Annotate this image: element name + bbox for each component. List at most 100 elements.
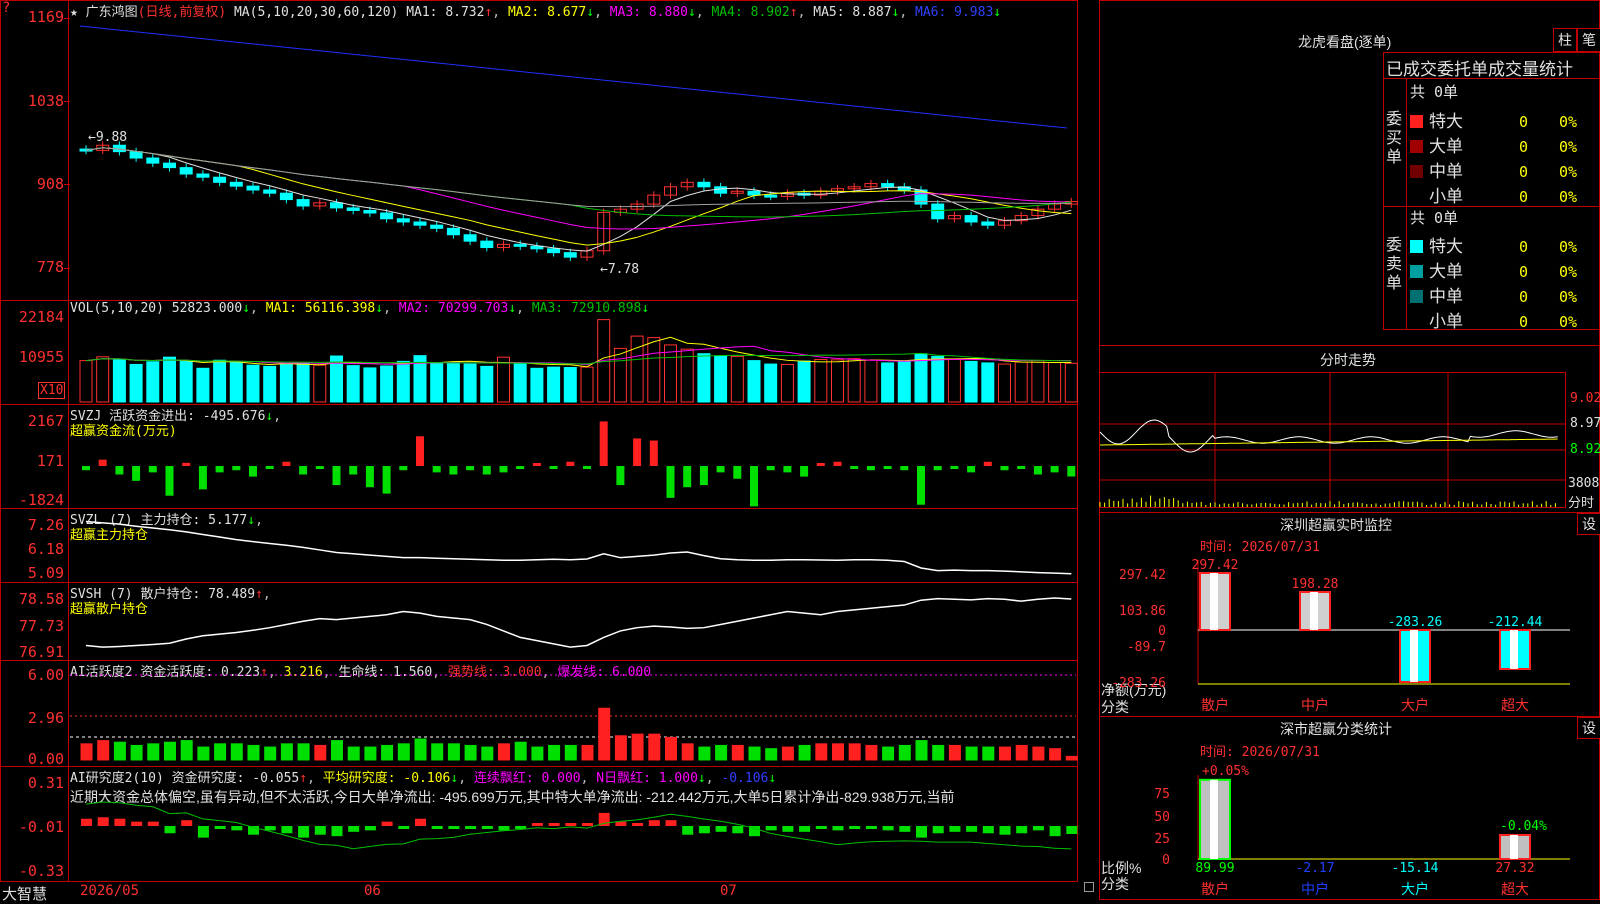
research-bar bbox=[933, 826, 944, 833]
candle-body bbox=[164, 163, 176, 167]
activity-bar bbox=[916, 741, 927, 760]
bar-mode-button[interactable]: 柱 bbox=[1553, 28, 1577, 52]
research-bar bbox=[1033, 826, 1044, 830]
row-count: 0 bbox=[1519, 263, 1559, 281]
volume-bar bbox=[1065, 363, 1077, 402]
research-bar bbox=[666, 820, 677, 826]
activity-bar bbox=[1050, 749, 1061, 760]
volume-bar bbox=[498, 357, 510, 402]
row-count: 0 bbox=[1519, 113, 1559, 131]
fund-flow-bar bbox=[449, 466, 457, 474]
dragon-tabs[interactable]: 已成交委托单成交量统计 bbox=[1386, 55, 1573, 80]
volume-bar bbox=[297, 363, 309, 402]
sz-monitor-xlabel: 分类 bbox=[1101, 697, 1129, 717]
activity-bar bbox=[415, 739, 426, 760]
fund-flow-bar bbox=[416, 436, 424, 466]
order-row: 小单 0 0% bbox=[1410, 307, 1600, 332]
volume-bar bbox=[447, 362, 459, 402]
intraday-axis: 9.02 bbox=[1570, 391, 1600, 406]
candle-body bbox=[481, 241, 493, 247]
activity-bar bbox=[348, 747, 359, 760]
order-row: 大单 0 0% bbox=[1410, 257, 1600, 282]
research-bar bbox=[482, 826, 493, 829]
sell-total: 共 0单 bbox=[1410, 207, 1458, 228]
activity-bar bbox=[1066, 756, 1077, 760]
fund-flow-bar bbox=[516, 466, 524, 469]
fund-flow-bar bbox=[282, 462, 290, 466]
row-name: 特大 bbox=[1429, 107, 1519, 132]
candle-body bbox=[564, 253, 576, 257]
research-bar bbox=[782, 826, 793, 832]
research-bar bbox=[348, 826, 359, 832]
fund-flow-bar bbox=[683, 466, 691, 487]
fund-flow-bar bbox=[333, 466, 341, 485]
volume-bar bbox=[130, 364, 142, 402]
fund-flow-bar bbox=[249, 466, 257, 477]
fund-flow-bar bbox=[149, 466, 157, 472]
fund-flow-bar bbox=[115, 466, 123, 474]
activity-bar bbox=[532, 747, 543, 760]
activity-bar bbox=[231, 744, 242, 760]
fund-flow-bar bbox=[366, 466, 374, 487]
dragon-title: 龙虎看盘(逐单) bbox=[1298, 32, 1391, 52]
order-row: 中单 0 0% bbox=[1410, 282, 1600, 307]
fund-flow-bar bbox=[533, 463, 541, 466]
activity-bar bbox=[699, 747, 710, 760]
sell-orders-label: 委卖单 bbox=[1386, 236, 1404, 293]
volume-bar bbox=[264, 366, 276, 402]
candle-body bbox=[414, 222, 426, 225]
lock-icon[interactable] bbox=[1084, 882, 1094, 892]
fund-flow-bar bbox=[399, 466, 407, 470]
activity-bar bbox=[98, 741, 109, 760]
intraday-chart[interactable] bbox=[1099, 372, 1566, 508]
volume-bar bbox=[748, 361, 760, 402]
fund-flow-bar bbox=[834, 462, 842, 466]
volume-bar bbox=[999, 364, 1011, 402]
sz-monitor-settings-button[interactable]: 设 bbox=[1577, 513, 1600, 535]
row-pct: 0% bbox=[1559, 263, 1577, 281]
divider bbox=[1099, 512, 1600, 513]
candle-body bbox=[280, 193, 292, 199]
row-count: 0 bbox=[1519, 238, 1559, 256]
fund-flow-bar bbox=[583, 466, 591, 469]
fund-flow-bar bbox=[767, 466, 775, 470]
fund-flow-bar bbox=[717, 466, 725, 472]
fund-flow-bar bbox=[817, 463, 825, 466]
fund-flow-bar bbox=[1051, 466, 1059, 472]
main-holding-line bbox=[86, 522, 1071, 574]
activity-bar bbox=[482, 747, 493, 760]
volume-bar bbox=[481, 366, 493, 402]
activity-bar bbox=[365, 747, 376, 760]
row-count: 0 bbox=[1519, 163, 1559, 181]
candle-body bbox=[548, 249, 560, 253]
fund-flow-bar bbox=[132, 466, 140, 481]
research-bar bbox=[833, 826, 844, 830]
activity-bar bbox=[582, 745, 593, 760]
tick-mode-button[interactable]: 笔 bbox=[1577, 28, 1600, 52]
divider bbox=[1099, 716, 1600, 717]
fund-flow-bar bbox=[82, 466, 90, 470]
research-bar bbox=[699, 826, 710, 833]
activity-bar bbox=[766, 749, 777, 760]
fund-flow-bar bbox=[1001, 466, 1009, 470]
chart-canvas[interactable] bbox=[0, 0, 1078, 900]
fund-flow-bar bbox=[216, 466, 224, 472]
research-bar bbox=[1016, 826, 1027, 833]
volume-bar bbox=[815, 359, 827, 402]
volume-bar bbox=[147, 362, 159, 402]
sz-class-time: 时间: 2026/07/31 bbox=[1200, 741, 1320, 760]
volume-bar bbox=[665, 345, 677, 402]
activity-bar bbox=[799, 745, 810, 760]
activity-bar bbox=[615, 736, 626, 760]
research-bar bbox=[114, 819, 125, 826]
research-bar bbox=[465, 826, 476, 829]
activity-bar bbox=[81, 744, 92, 760]
activity-bar bbox=[298, 744, 309, 760]
candle-body bbox=[464, 235, 476, 241]
research-bar bbox=[732, 826, 743, 833]
activity-bar bbox=[632, 734, 643, 760]
research-bar bbox=[899, 826, 910, 832]
candle-body bbox=[965, 216, 977, 222]
row-pct: 0% bbox=[1559, 138, 1577, 156]
sz-class-settings-button[interactable]: 设 bbox=[1577, 717, 1600, 739]
